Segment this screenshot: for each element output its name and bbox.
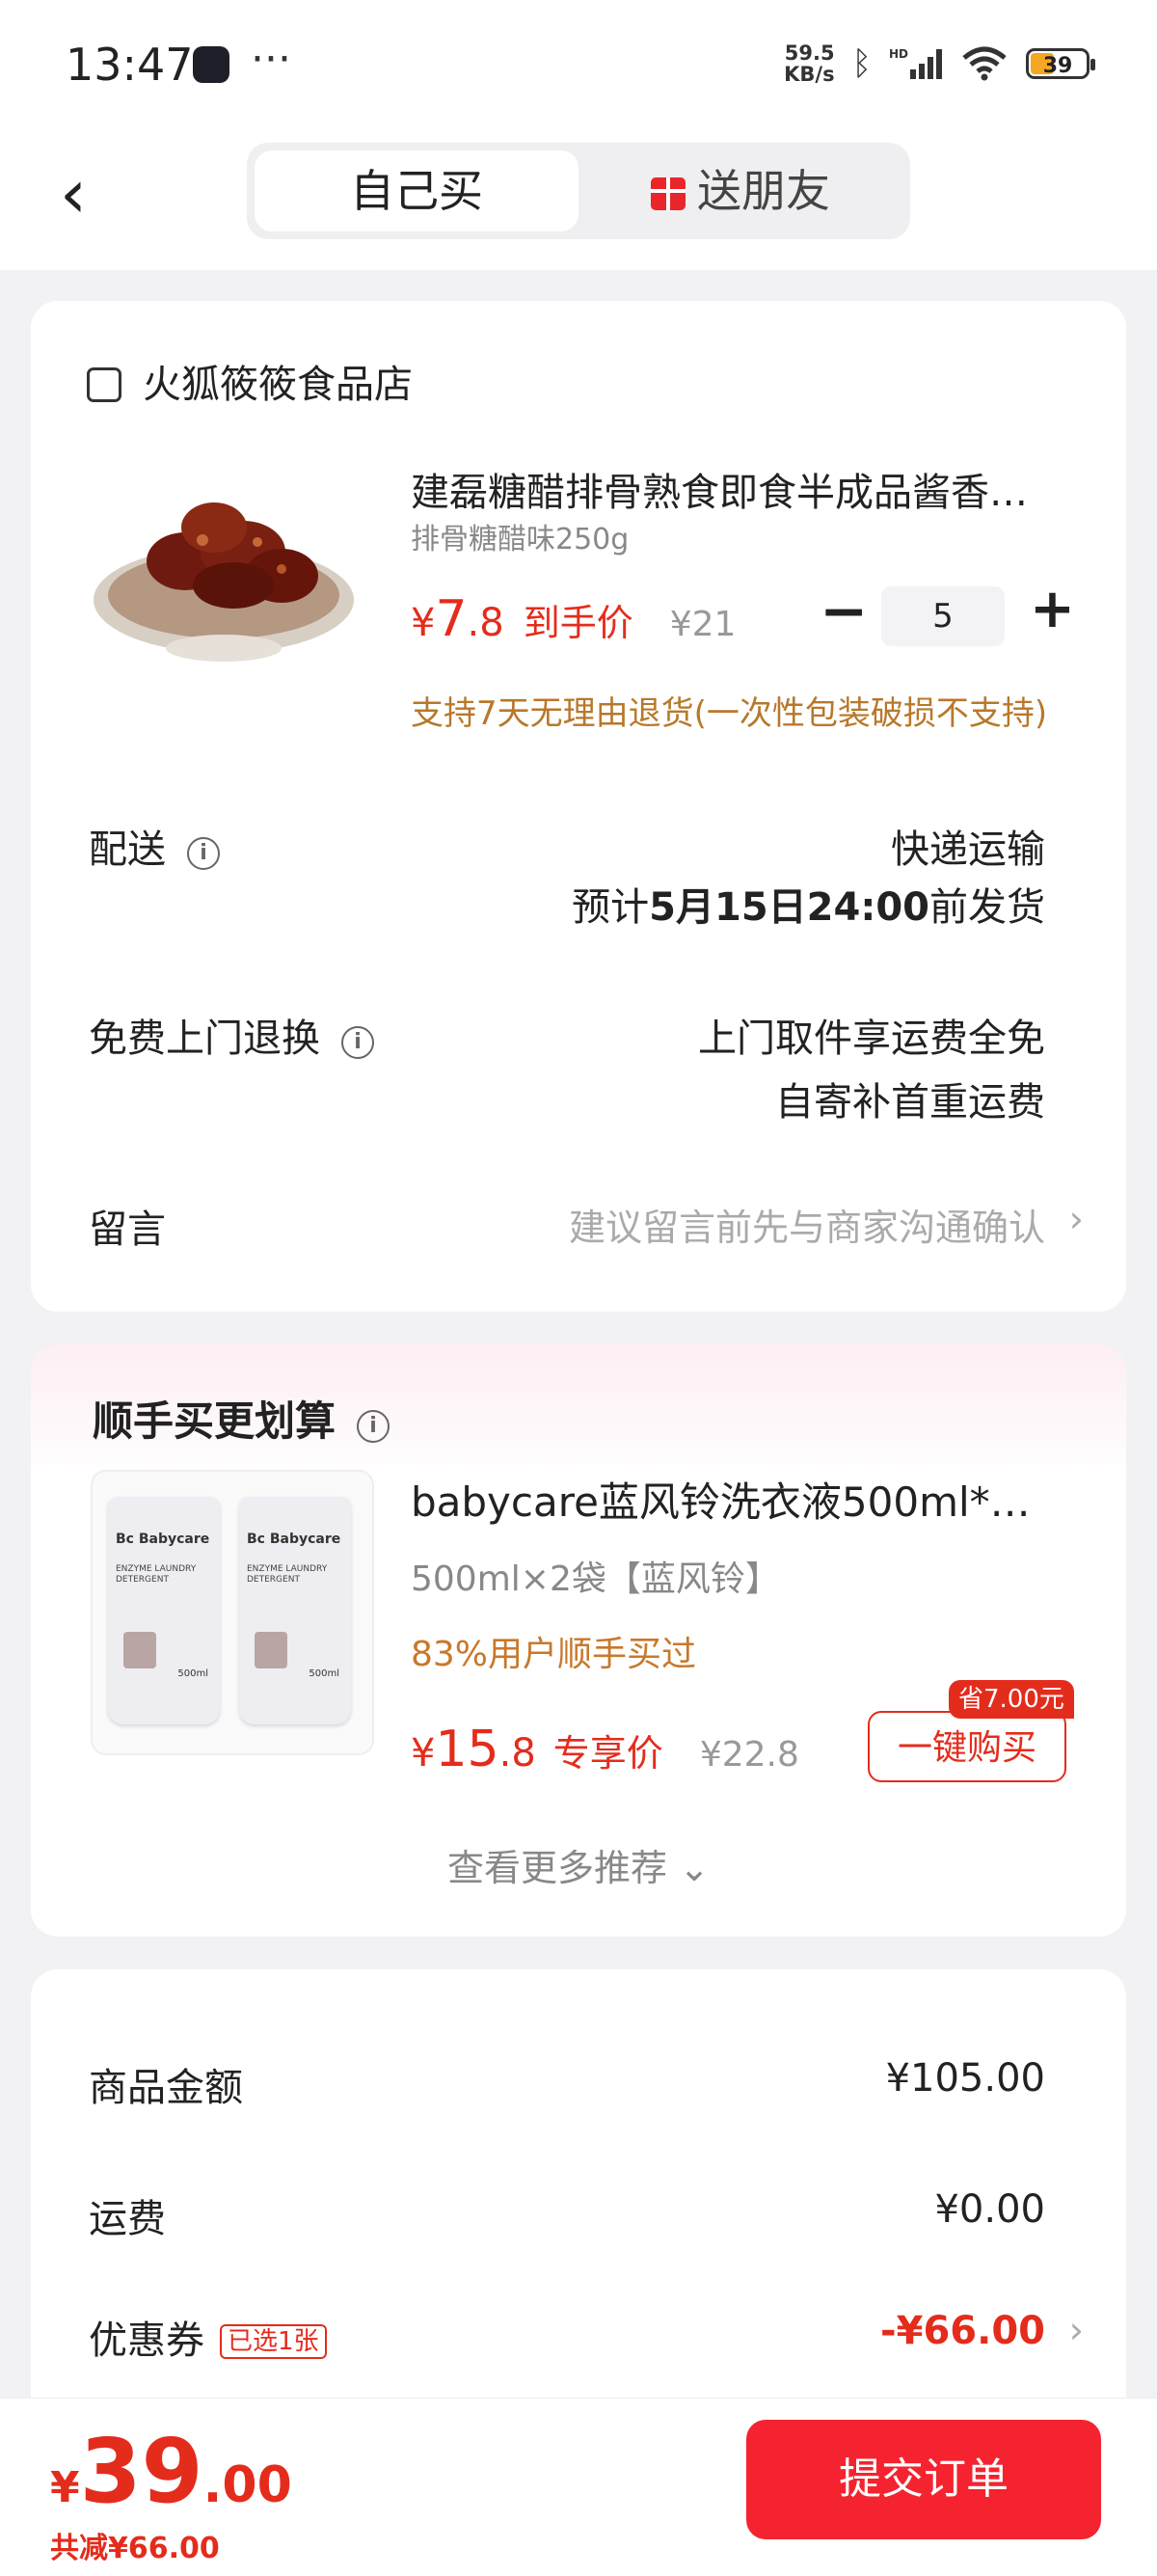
store-name[interactable]: 火狐筱筱食品店 — [87, 353, 413, 409]
bluetooth-icon: ᛒ — [851, 44, 872, 83]
free-return-self-ship: 自寄补首重运费 — [775, 1080, 1045, 1125]
status-bar: 13:47 ··· 59.5 KB/s ᛒ HD 39 — [0, 0, 1157, 135]
shipping-label: 运费 — [89, 2197, 166, 2241]
free-return-pickup: 上门取件享运费全免 — [698, 1017, 1045, 1061]
delivery-info-icon[interactable]: i — [187, 837, 220, 870]
recommendation-card: 顺手买更划算 i Bc Babycare ENZYME LAUNDRY DETER… — [31, 1344, 1126, 1937]
message-label: 留言 — [89, 1207, 166, 1252]
delivery-label: 配送 i — [89, 818, 220, 874]
original-price: ¥21 — [669, 605, 737, 644]
chevron-right-icon[interactable]: › — [1069, 1198, 1084, 1240]
wifi-icon — [962, 46, 1007, 81]
total-saved: 共减¥66.00 — [50, 2532, 220, 2565]
recommended-product-price: ¥15.8 专享价 ¥22.8 — [411, 1721, 799, 1778]
recommendation-title: 顺手买更划算 i — [93, 1389, 390, 1448]
savings-badge: 省7.00元 — [949, 1680, 1074, 1719]
chevron-right-icon[interactable]: › — [1069, 2309, 1084, 2351]
net-speed: 59.5 KB/s — [784, 41, 835, 86]
decrease-quantity-button[interactable]: − — [820, 583, 868, 640]
message-input[interactable]: 建议留言前先与商家沟通确认 — [569, 1198, 1045, 1251]
one-click-buy-button[interactable]: 一键购买 — [868, 1711, 1066, 1782]
back-arrow-icon[interactable]: ‹ — [60, 160, 118, 228]
recommended-product-title[interactable]: babycare蓝风铃洗衣液500ml*… — [411, 1470, 1095, 1529]
product-image[interactable] — [89, 455, 359, 677]
purchase-mode-tabs: 自己买 送朋友 — [247, 143, 910, 239]
order-item-card: 火狐筱筱食品店 建磊糖醋排骨熟食即食半成品酱香… 排骨糖醋味250g ¥7.8 到… — [31, 301, 1126, 1312]
more-notifications-icon: ··· — [251, 35, 291, 84]
submit-order-button[interactable]: 提交订单 — [746, 2420, 1101, 2539]
total-price: ¥39.00 — [50, 2420, 292, 2523]
free-return-label: 免费上门退换 i — [89, 1007, 374, 1063]
chevron-down-icon: ⌄ — [667, 1847, 710, 1889]
pouch-illustration: Bc Babycare ENZYME LAUNDRY DETERGENT 500… — [108, 1497, 220, 1724]
goods-amount-label: 商品金额 — [89, 2066, 243, 2110]
tab-buy-for-self[interactable]: 自己买 — [255, 150, 578, 231]
product-title[interactable]: 建磊糖醋排骨熟食即食半成品酱香… — [411, 461, 1095, 517]
return-policy-note: 支持7天无理由退货(一次性包装破损不支持) — [411, 694, 1048, 733]
recommended-product-image[interactable]: Bc Babycare ENZYME LAUNDRY DETERGENT 500… — [91, 1470, 374, 1755]
signal-icon: HD — [889, 47, 942, 79]
quantity-input[interactable]: 5 — [881, 586, 1005, 646]
delivery-method: 快递运输 — [891, 827, 1045, 872]
status-icons: 59.5 KB/s ᛒ HD 39 — [784, 41, 1095, 86]
delivery-eta: 预计5月15日24:00前发货 — [572, 885, 1045, 930]
shipping-value: ¥0.00 — [934, 2187, 1045, 2232]
coupon-row[interactable]: 优惠券 已选1张 — [89, 2309, 327, 2365]
free-return-info-icon[interactable]: i — [341, 1026, 374, 1059]
recommendation-info-icon[interactable]: i — [357, 1410, 390, 1443]
app-notification-icon — [193, 46, 229, 83]
goods-amount-value: ¥105.00 — [885, 2056, 1045, 2101]
status-time: 13:47 — [66, 39, 194, 91]
increase-quantity-button[interactable]: + — [1030, 581, 1075, 638]
recommended-product-spec: 500ml×2袋【蓝风铃】 — [411, 1559, 780, 1599]
page-header: ‹ 自己买 送朋友 — [0, 135, 1157, 270]
battery-icon: 39 — [1026, 48, 1095, 79]
coupon-badge: 已选1张 — [220, 2324, 327, 2359]
gift-icon — [651, 177, 686, 210]
bottom-bar: ¥39.00 共减¥66.00 提交订单 — [0, 2398, 1157, 2576]
store-icon — [87, 367, 121, 402]
recommended-bought-ratio: 83%用户顺手买过 — [411, 1635, 697, 1674]
pouch-illustration: Bc Babycare ENZYME LAUNDRY DETERGENT 500… — [239, 1497, 351, 1724]
more-recommendations-link[interactable]: 查看更多推荐 ⌄ — [31, 1838, 1126, 1891]
product-price: ¥7.8 到手价 ¥21 — [411, 590, 737, 648]
tab-send-to-friend[interactable]: 送朋友 — [578, 150, 902, 231]
product-spec[interactable]: 排骨糖醋味250g — [411, 515, 629, 557]
svg-text:HD: HD — [889, 47, 908, 61]
coupon-value[interactable]: -¥66.00 — [880, 2309, 1045, 2353]
